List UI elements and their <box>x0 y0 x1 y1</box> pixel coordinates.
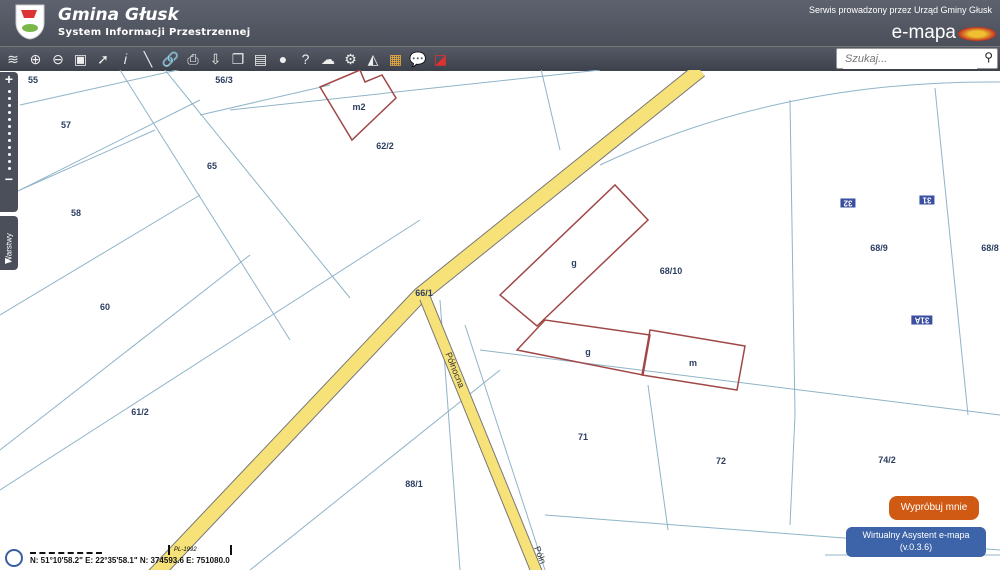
link-icon[interactable]: 🔗 <box>161 49 181 69</box>
parcel-label: 68/9 <box>870 243 888 253</box>
search-input[interactable] <box>843 49 977 69</box>
coordinates-readout: N: 51°10'58.2" E: 22°35'58.1" N: 374593.… <box>30 556 230 565</box>
parcel-label: 68/10 <box>659 266 683 276</box>
measure-ruler-icon[interactable]: ╲ <box>138 49 158 69</box>
parcel-label: g <box>585 347 591 357</box>
zoom-out-icon[interactable]: ⊖ <box>48 49 68 69</box>
parcel-label: 62/2 <box>376 141 394 151</box>
parcel-label: 88/1 <box>405 479 423 489</box>
layout-icon[interactable]: ▤ <box>251 49 271 69</box>
help-icon[interactable]: ? <box>296 49 316 69</box>
color-grid-icon[interactable]: ▦ <box>386 49 406 69</box>
zoom-in-icon[interactable]: ⊕ <box>26 49 46 69</box>
parcel-label: g <box>571 258 577 268</box>
address-number: 31A <box>911 315 933 325</box>
parcel-label: 65 <box>206 161 218 171</box>
map-canvas[interactable]: 55 56/3 57 m2 62/2 65 58 g 68/10 68/9 68/8 66/1 60 g m… <box>0 63 1000 575</box>
header: Gmina Głusk System Informacji Przestrzen… <box>0 0 1000 46</box>
parcel-label: 56/3 <box>215 75 233 85</box>
emapa-logo <box>958 27 996 41</box>
app-title: Gmina Głusk <box>58 5 179 25</box>
virtual-assistant-button[interactable]: Wirtualny Asystent e-mapa (v.0.3.6) <box>846 527 986 557</box>
try-me-bubble[interactable]: Wypróbuj mnie <box>889 496 979 520</box>
service-text: Serwis prowadzony przez Urząd Gminy Głus… <box>808 5 992 15</box>
parcel-label: 55 <box>27 75 39 85</box>
parcel-label: m <box>688 358 698 368</box>
assistant-title: Wirtualny Asystent e-mapa <box>862 530 970 540</box>
parcel-label: 68/8 <box>981 243 999 253</box>
parcel-label: 66/1 <box>415 288 433 298</box>
map-svg[interactable] <box>0 63 1000 575</box>
zoom-out-button[interactable]: − <box>0 172 18 186</box>
cloud-upload-icon[interactable]: ☁ <box>318 49 338 69</box>
parcel-label: 71 <box>577 432 589 442</box>
comment-icon[interactable]: ● <box>273 49 293 69</box>
scale-bar <box>30 548 102 554</box>
parcel-label: m2 <box>352 102 366 112</box>
parcel-label: 74/2 <box>878 455 896 465</box>
road-polnocna <box>420 296 544 575</box>
assistant-version: (v.0.3.6) <box>899 542 933 552</box>
print-icon[interactable]: ⎙ <box>183 49 203 69</box>
parcel-label: 57 <box>60 120 72 130</box>
parcel-label: 61/2 <box>131 407 149 417</box>
settings-icon[interactable]: ⚙ <box>341 49 361 69</box>
full-extent-icon[interactable]: ▣ <box>71 49 91 69</box>
layers-icon[interactable]: ≋ <box>3 49 23 69</box>
address-number: 32 <box>840 198 856 208</box>
address-number: 31 <box>919 195 935 205</box>
parcel-label: 60 <box>99 302 111 312</box>
layers-toggle[interactable]: Warstwy ▶ <box>0 216 18 270</box>
road-main <box>145 64 705 575</box>
download-icon[interactable]: ⇩ <box>206 49 226 69</box>
user-chat-icon[interactable]: 💬 <box>408 49 428 69</box>
select-arrow-icon[interactable]: ➚ <box>93 49 113 69</box>
crs-selector[interactable]: PL-1992 <box>168 545 232 555</box>
search-icon[interactable]: ⚲ <box>984 50 993 64</box>
triangle-icon[interactable]: ◭ <box>363 49 383 69</box>
red-white-icon[interactable]: ◪ <box>431 49 451 69</box>
app-subtitle: System Informacji Przestrzennej <box>58 27 251 38</box>
parcel-label: 72 <box>715 456 727 466</box>
copy-icon[interactable]: ❐ <box>228 49 248 69</box>
zoom-slider[interactable]: + − <box>0 72 18 212</box>
brand-name: e-mapa <box>891 22 956 43</box>
coat-of-arms-logo <box>15 4 45 40</box>
zoom-in-button[interactable]: + <box>0 72 18 86</box>
search-box[interactable]: ⚲ <box>836 48 998 69</box>
compass-icon[interactable] <box>5 549 23 567</box>
parcel-label: 58 <box>70 208 82 218</box>
info-icon[interactable]: 𝑖 <box>116 49 136 69</box>
